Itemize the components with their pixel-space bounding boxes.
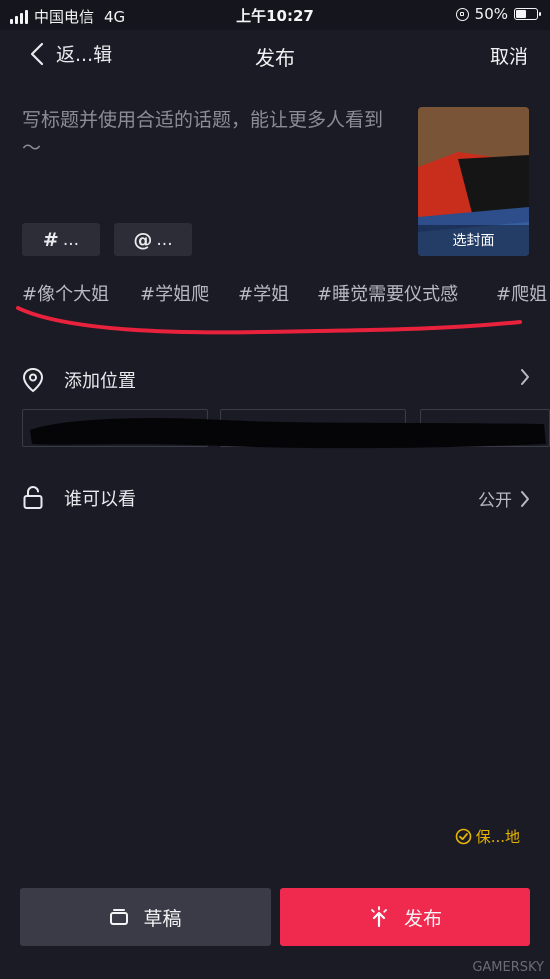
privacy-label: 谁可以看 (64, 489, 136, 510)
draft-box-icon (110, 909, 129, 925)
add-location-label: 添加位置 (64, 371, 136, 392)
save-local-toggle[interactable]: 保...地 (455, 826, 520, 847)
rotation-lock-icon (455, 7, 469, 21)
cancel-button[interactable]: 取消 (490, 42, 528, 69)
battery-percent: 50% (474, 5, 508, 23)
status-right: 50% (455, 5, 541, 23)
hashtag-icon: # (42, 228, 59, 251)
hashtag-chip-text: ... (62, 229, 80, 250)
mention-chip[interactable]: @ ... (114, 223, 192, 256)
location-row-right (520, 368, 530, 386)
draft-button[interactable]: 草稿 (20, 888, 271, 946)
caption-input[interactable]: 写标题并使用合适的话题，能让更多人看到～ (22, 106, 400, 162)
privacy-value: 公开 (478, 491, 512, 511)
privacy-row-right: 公开 (478, 486, 530, 511)
cover-selector[interactable]: 选封面 (418, 107, 529, 256)
battery-level (516, 10, 526, 18)
annotation-underline (16, 306, 522, 335)
mention-chip-text: ... (156, 229, 173, 250)
hashtag-chip[interactable]: # ... (22, 223, 100, 256)
sparkle-arrow-up-icon (371, 906, 387, 928)
draft-label: 草稿 (143, 907, 182, 930)
unlock-icon (23, 485, 43, 509)
publish-button[interactable]: 发布 (280, 888, 530, 946)
chevron-right-icon (521, 369, 529, 385)
publish-label: 发布 (403, 907, 442, 930)
watermark: GAMERSKY (472, 960, 544, 975)
status-bar: 中国电信 4G 上午10:27 50% (0, 0, 550, 30)
location-pin-icon (22, 367, 44, 393)
cover-label: 选封面 (452, 233, 495, 249)
save-local-label: 保...地 (475, 828, 520, 846)
check-circle-icon (455, 828, 471, 845)
add-location-row[interactable]: 添加位置 (22, 364, 532, 396)
privacy-row[interactable]: 谁可以看 公开 (22, 482, 532, 514)
nav-bar: 返...辑 发布 取消 (0, 30, 550, 82)
chevron-right-icon (521, 490, 529, 507)
page-title: 发布 (255, 46, 295, 70)
redaction-mark (30, 418, 546, 449)
battery-icon (514, 8, 541, 20)
mention-icon: @ (133, 228, 153, 251)
